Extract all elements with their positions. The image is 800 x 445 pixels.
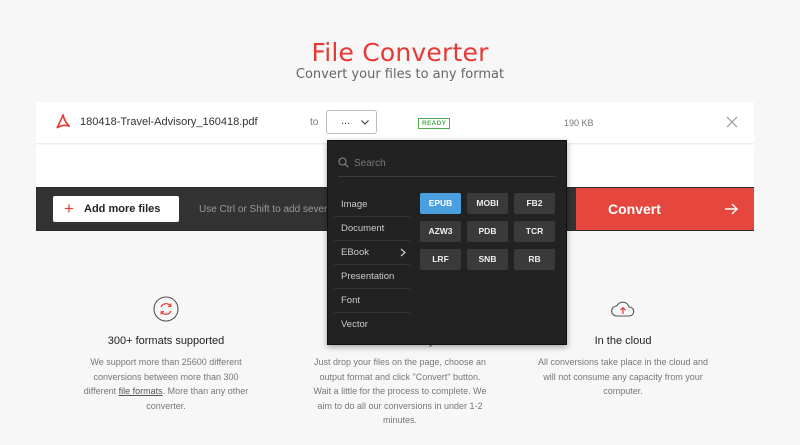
close-icon[interactable]	[726, 116, 738, 128]
format-search-input[interactable]	[354, 155, 544, 171]
feature-title: Fast and easy	[365, 335, 435, 347]
feature-icon-placeholder	[387, 296, 413, 322]
output-format-select[interactable]: ...	[326, 110, 377, 134]
category-item-presentation[interactable]: Presentation	[334, 265, 410, 289]
output-format-value: ...	[341, 115, 351, 127]
file-size: 190 KB	[564, 118, 594, 128]
category-item-image[interactable]: Image	[334, 193, 410, 217]
feature-formats: 300+ formats supported We support more t…	[78, 296, 254, 413]
refresh-icon	[153, 296, 179, 322]
convert-label: Convert	[608, 201, 661, 217]
format-option-tcr[interactable]: TCR	[514, 221, 555, 242]
format-search-box	[338, 151, 556, 177]
format-option-pdb[interactable]: PDB	[467, 221, 508, 242]
multi-select-hint: Use Ctrl or Shift to add several fil	[199, 204, 346, 215]
category-item-document[interactable]: Document	[334, 217, 410, 241]
format-option-epub[interactable]: EPUB	[420, 193, 461, 214]
page-subtitle: Convert your files to any format	[295, 67, 505, 82]
feature-description: All conversions take place in the cloud …	[537, 357, 709, 396]
add-more-files-label: Add more files	[84, 203, 161, 215]
format-option-mobi[interactable]: MOBI	[467, 193, 508, 214]
feature-title: In the cloud	[594, 335, 652, 347]
chevron-down-icon	[361, 120, 369, 125]
file-formats-link[interactable]: file formats	[119, 386, 163, 396]
cloud-upload-icon	[611, 301, 635, 317]
search-icon	[338, 157, 349, 168]
format-option-azw3[interactable]: AZW3	[420, 221, 461, 242]
format-option-fb2[interactable]: FB2	[514, 193, 555, 214]
pdf-icon	[56, 114, 70, 129]
format-option-lrf[interactable]: LRF	[420, 249, 461, 270]
feature-fast: Fast and easy Just drop your files on th…	[312, 296, 488, 428]
category-item-ebook[interactable]: EBook	[334, 241, 410, 265]
plus-icon: +	[64, 199, 74, 218]
category-label: Image	[341, 199, 368, 210]
feature-cloud: In the cloud All conversions take place …	[535, 296, 711, 399]
add-more-files-button[interactable]: + Add more files	[53, 196, 179, 222]
category-label: EBook	[341, 247, 369, 258]
feature-description: Just drop your files on the page, choose…	[313, 357, 487, 425]
page-title: File Converter	[311, 38, 489, 67]
arrow-right-icon	[725, 203, 738, 215]
format-option-snb[interactable]: SNB	[467, 249, 508, 270]
file-name: 180418-Travel-Advisory_160418.pdf	[80, 116, 258, 128]
feature-description: We support more than 25600 different con…	[78, 355, 254, 413]
chevron-right-icon	[400, 248, 406, 257]
feature-title: 300+ formats supported	[107, 335, 225, 347]
status-badge: READY	[418, 118, 451, 129]
file-row: 180418-Travel-Advisory_160418.pdf to ...…	[36, 102, 754, 144]
to-label: to	[310, 117, 319, 128]
convert-button[interactable]: Convert	[576, 188, 754, 230]
format-option-rb[interactable]: RB	[514, 249, 555, 270]
category-label: Presentation	[341, 271, 395, 282]
category-label: Document	[341, 223, 385, 234]
